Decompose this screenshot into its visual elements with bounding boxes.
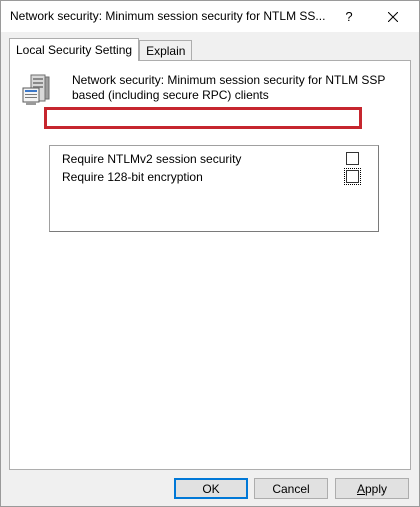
tab-local-security-setting[interactable]: Local Security Setting — [9, 38, 140, 61]
apply-button[interactable]: Apply — [335, 478, 409, 499]
cancel-button[interactable]: Cancel — [254, 478, 328, 499]
policy-description: Network security: Minimum session securi… — [72, 73, 386, 102]
encryption-128bit-checkbox[interactable] — [344, 168, 361, 185]
help-icon: ? — [345, 9, 353, 24]
title-bar: Network security: Minimum session securi… — [1, 1, 419, 32]
close-button[interactable] — [367, 1, 419, 32]
dialog-window: Network security: Minimum session securi… — [0, 0, 420, 507]
apply-accelerator: A — [356, 481, 365, 496]
server-policy-icon — [22, 74, 50, 105]
apply-label-rest: pply — [365, 481, 388, 496]
close-icon — [388, 11, 398, 22]
ok-button[interactable]: OK — [174, 478, 248, 499]
options-list: Require NTLMv2 session security Require … — [49, 145, 379, 232]
tab-panel: Network security: Minimum session securi… — [9, 60, 411, 470]
ntlmv2-checkbox[interactable] — [346, 152, 359, 165]
option-require-ntlmv2[interactable]: Require NTLMv2 session security — [52, 150, 374, 168]
tab-strip: Local Security Setting Explain — [9, 38, 193, 62]
option-label: Require NTLMv2 session security — [62, 152, 242, 166]
window-title: Network security: Minimum session securi… — [10, 9, 326, 23]
option-label: Require 128-bit encryption — [62, 170, 203, 184]
tab-explain[interactable]: Explain — [139, 40, 193, 61]
help-button[interactable]: ? — [331, 1, 367, 32]
option-require-128bit[interactable]: Require 128-bit encryption — [52, 168, 374, 186]
